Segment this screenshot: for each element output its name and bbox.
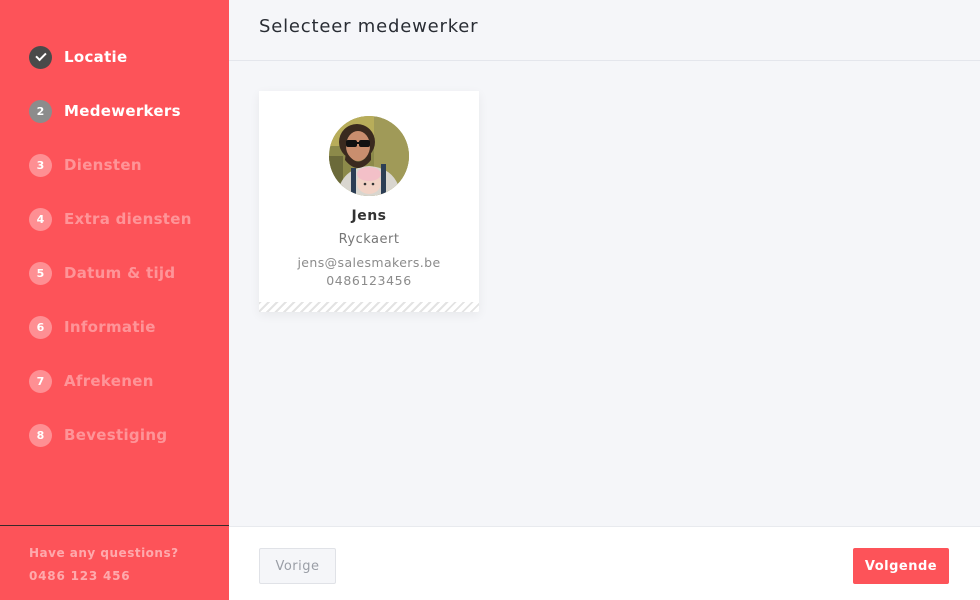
page-header: Selecteer medewerker (229, 0, 980, 61)
sidebar: Locatie 2 Medewerkers 3 Diensten 4 Extra… (0, 0, 229, 600)
step-label: Locatie (64, 48, 128, 66)
step-informatie[interactable]: 6 Informatie (0, 300, 229, 354)
navigation-footer: Vorige Volgende (229, 526, 980, 600)
person-photo-icon (329, 116, 409, 196)
step-bevestiging[interactable]: 8 Bevestiging (0, 408, 229, 462)
step-number: 5 (29, 261, 52, 285)
step-number: 8 (29, 423, 52, 447)
step-afrekenen[interactable]: 7 Afrekenen (0, 354, 229, 408)
staff-email: jens@salesmakers.be (297, 255, 441, 270)
step-label: Medewerkers (64, 102, 181, 120)
step-label: Informatie (64, 318, 156, 336)
step-number: 7 (29, 369, 52, 393)
step-label: Bevestiging (64, 426, 168, 444)
step-number: 6 (29, 315, 52, 339)
step-label: Diensten (64, 156, 142, 174)
step-datum-tijd[interactable]: 5 Datum & tijd (0, 246, 229, 300)
step-number: 2 (29, 99, 52, 123)
step-label: Extra diensten (64, 210, 192, 228)
step-locatie[interactable]: Locatie (0, 30, 229, 84)
step-list: Locatie 2 Medewerkers 3 Diensten 4 Extra… (0, 0, 229, 462)
staff-first-name: Jens (351, 208, 387, 224)
step-number: 4 (29, 207, 52, 231)
step-diensten[interactable]: 3 Diensten (0, 138, 229, 192)
staff-last-name: Ryckaert (338, 232, 400, 247)
main-content: Selecteer medewerker Jens Ryckaert jens@… (229, 0, 980, 600)
next-button[interactable]: Volgende (853, 548, 949, 584)
card-stripe-decoration (259, 302, 479, 312)
staff-phone: 0486123456 (326, 273, 412, 288)
step-check-icon (29, 45, 52, 69)
step-medewerkers[interactable]: 2 Medewerkers (0, 84, 229, 138)
step-extra-diensten[interactable]: 4 Extra diensten (0, 192, 229, 246)
contact-question: Have any questions? (29, 546, 179, 560)
step-label: Afrekenen (64, 372, 154, 390)
sidebar-contact: Have any questions? 0486 123 456 (0, 525, 229, 600)
page-title: Selecteer medewerker (259, 16, 479, 37)
step-label: Datum & tijd (64, 264, 176, 282)
step-number: 3 (29, 153, 52, 177)
previous-button[interactable]: Vorige (259, 548, 336, 584)
staff-card[interactable]: Jens Ryckaert jens@salesmakers.be 048612… (259, 91, 479, 312)
contact-phone[interactable]: 0486 123 456 (29, 569, 229, 583)
